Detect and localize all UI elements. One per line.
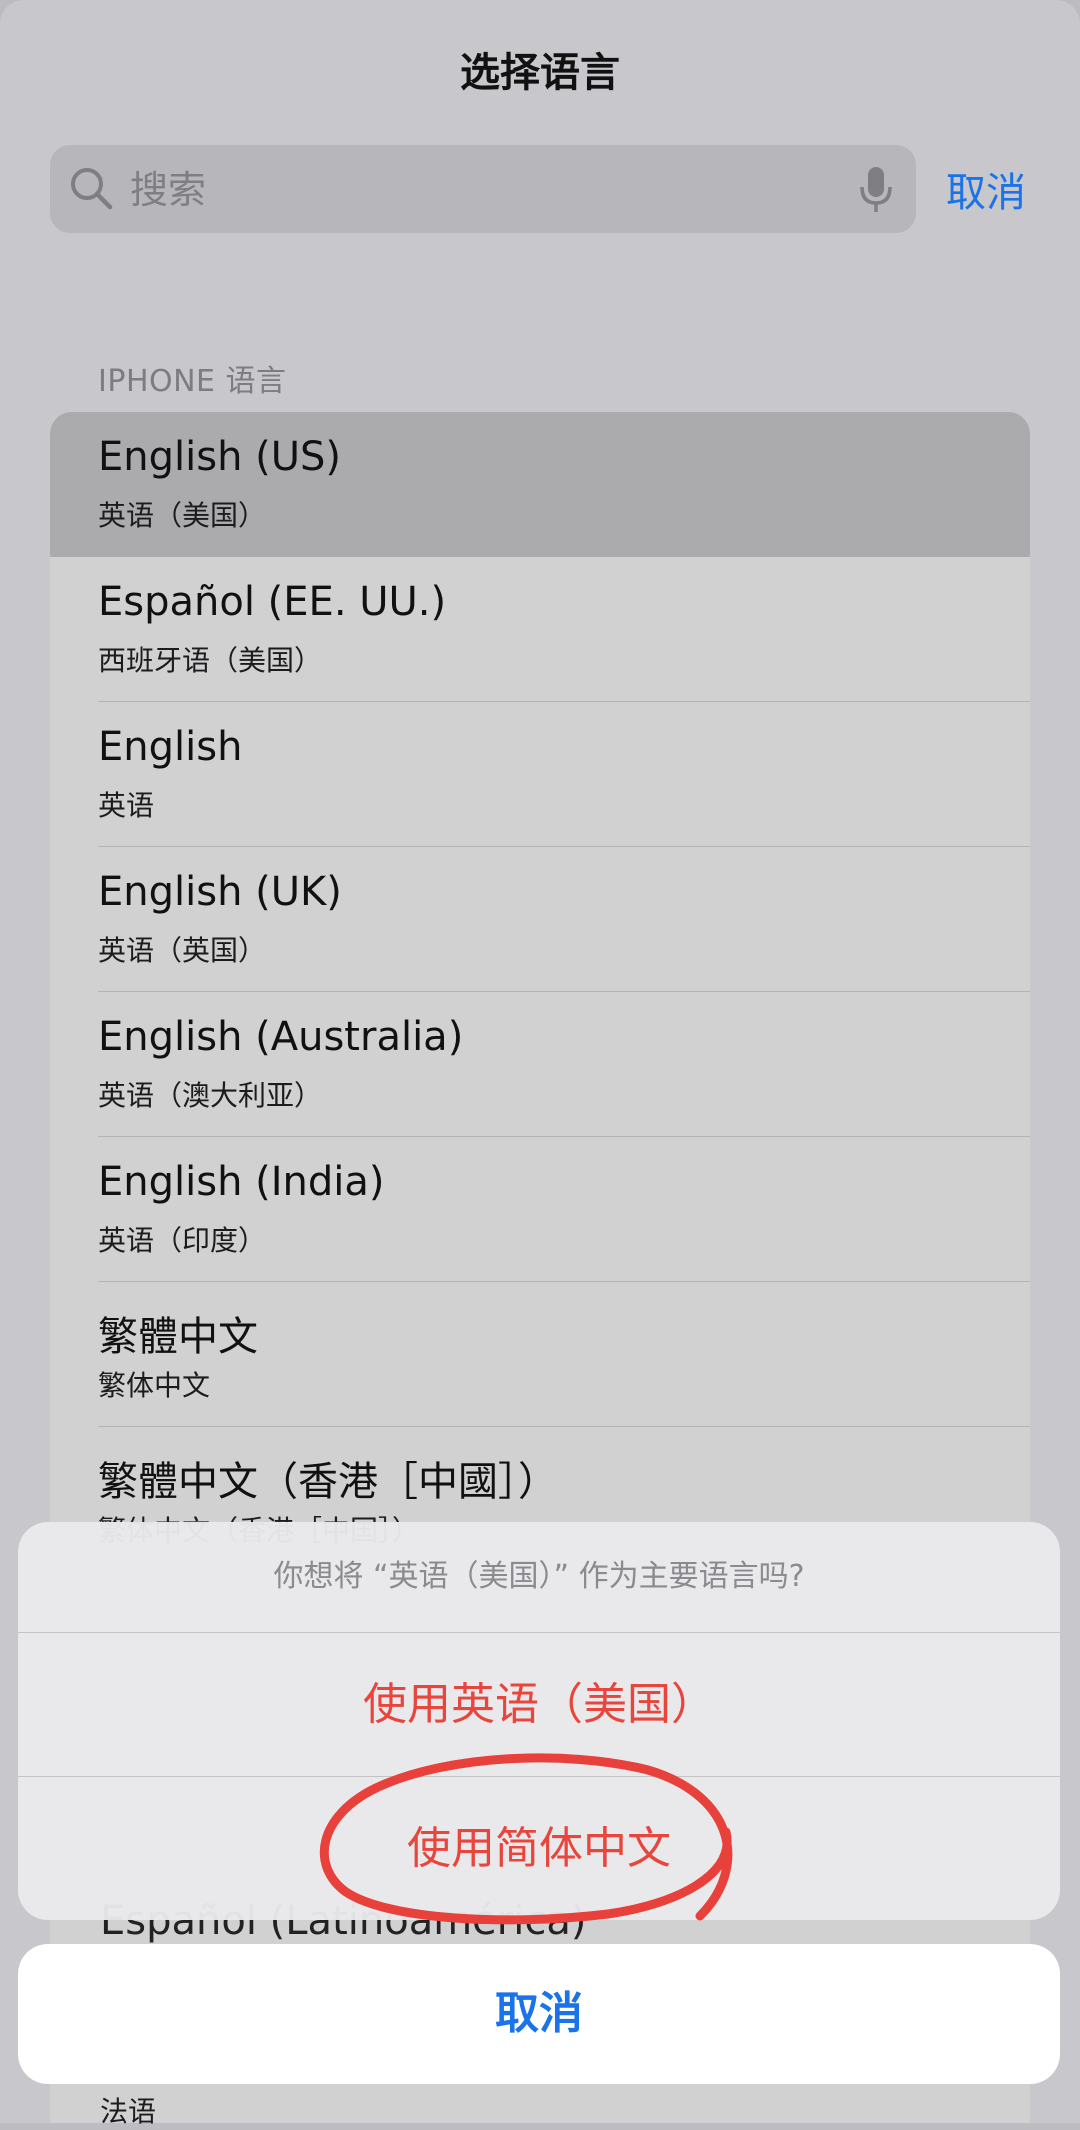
microphone-icon[interactable] [858, 165, 894, 215]
section-header: IPHONE 语言 [98, 364, 287, 399]
language-row[interactable]: 繁體中文 繁体中文 [50, 1282, 1030, 1427]
language-native-name: English (US) [98, 434, 342, 480]
language-localized-name: 英语（英国） [98, 934, 267, 967]
language-localized-name: 英语（美国） [98, 499, 267, 532]
confirm-language-action-sheet: 你想将 “英语（美国）” 作为主要语言吗? 使用英语（美国） 使用简体中文 [18, 1522, 1060, 1920]
search-input[interactable] [128, 145, 832, 235]
language-native-name: 繁體中文 [98, 1314, 258, 1360]
language-native-name: English [98, 724, 243, 770]
language-native-name: English (India) [98, 1159, 385, 1205]
language-row[interactable]: English (US) 英语（美国） [50, 412, 1030, 557]
language-localized-name: 英语 [98, 789, 155, 822]
use-simplified-chinese-button[interactable]: 使用简体中文 [18, 1777, 1060, 1920]
language-native-name: English (Australia) [98, 1014, 464, 1060]
page-title: 选择语言 [460, 50, 620, 96]
language-row[interactable]: English (Australia) 英语（澳大利亚） [50, 992, 1030, 1137]
language-localized-name: 英语（印度） [98, 1224, 267, 1257]
language-localized-name: 西班牙语（美国） [98, 644, 323, 677]
search-icon [71, 168, 113, 210]
search-bar[interactable] [50, 145, 916, 235]
language-native-name: 繁體中文（香港［中國］） [98, 1459, 558, 1505]
language-row[interactable]: English 英语 [50, 702, 1030, 847]
language-localized-name-partially-hidden: 法语 [100, 2095, 157, 2128]
language-row[interactable]: English (India) 英语（印度） [50, 1137, 1030, 1282]
language-native-name: Español (EE. UU.) [98, 579, 447, 625]
language-row[interactable]: English (UK) 英语（英国） [50, 847, 1030, 992]
language-localized-name: 英语（澳大利亚） [98, 1079, 323, 1112]
language-native-name: English (UK) [98, 869, 342, 915]
use-english-button[interactable]: 使用英语（美国） [18, 1633, 1060, 1776]
language-row[interactable]: Español (EE. UU.) 西班牙语（美国） [50, 557, 1030, 702]
cancel-button[interactable]: 取消 [18, 1944, 1060, 2084]
action-sheet-message: 你想将 “英语（美国）” 作为主要语言吗? [273, 1559, 805, 1594]
cancel-search-button[interactable]: 取消 [946, 160, 1026, 218]
language-localized-name: 繁体中文 [98, 1369, 211, 1402]
